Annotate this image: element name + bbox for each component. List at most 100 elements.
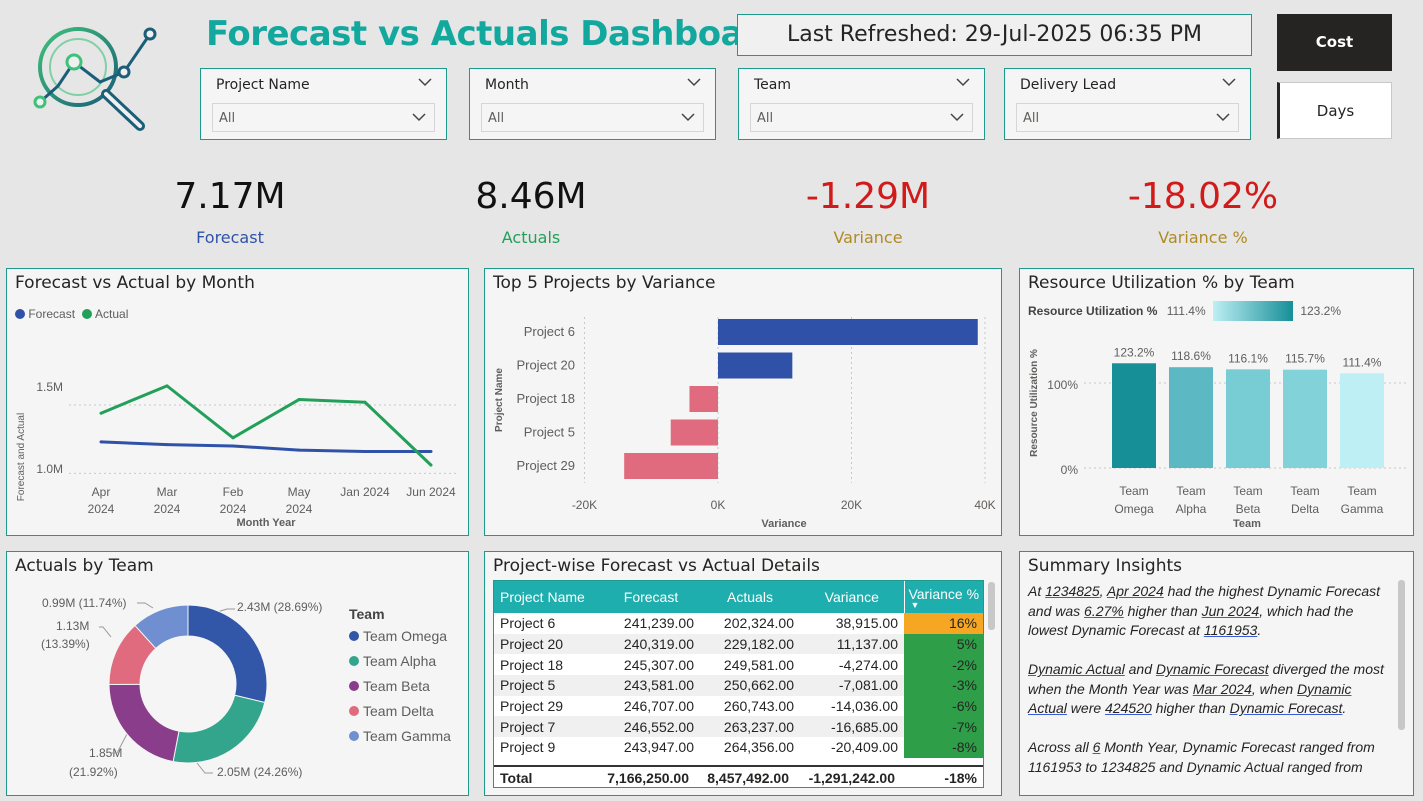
data-point (363, 449, 367, 453)
cost-button[interactable]: Cost (1277, 14, 1392, 71)
cell-forecast: 245,307.00 (623, 656, 694, 673)
table-panel[interactable]: Project-wise Forecast vs Actual Details … (484, 551, 1002, 796)
data-point (363, 400, 367, 404)
y-tick: 0% (1061, 463, 1079, 477)
days-button[interactable]: Days (1277, 82, 1392, 139)
column-header-sorted[interactable]: Variance % ▼ (903, 581, 983, 613)
insights-scrollbar[interactable] (1398, 580, 1405, 730)
donut-label: 2.05M (24.26%) (217, 765, 302, 779)
table-row[interactable]: Project 29 246,707.00 260,743.00 -14,036.00… (494, 695, 983, 717)
page-title: Forecast vs Actuals Dashboard (206, 14, 784, 54)
insights-panel[interactable]: Summary Insights At 1234825, Apr 2024 ha… (1019, 551, 1414, 796)
total-variance-pct: -18% (944, 770, 977, 786)
insight-highlight[interactable]: Mar 2024 (1193, 681, 1252, 697)
slicer-project-name[interactable]: Project Name All (200, 68, 447, 140)
column-header[interactable]: Project Name (494, 581, 602, 613)
insight-highlight[interactable]: Dynamic Forecast (1230, 700, 1343, 716)
data-point (231, 436, 235, 440)
legend-item[interactable]: Team Delta (349, 703, 451, 719)
table-title: Project-wise Forecast vs Actual Details (493, 556, 820, 576)
slicer-label: Month (485, 77, 529, 93)
donut-legend-items: Team Omega Team Alpha Team Beta Team Delta T… (349, 628, 451, 744)
slicer-dropdown[interactable]: All (481, 103, 704, 132)
chevron-down-icon[interactable] (418, 77, 432, 87)
insight-highlight[interactable]: Dynamic Forecast (1156, 661, 1269, 677)
chevron-down-icon[interactable] (687, 77, 701, 87)
series-line-actual (100, 384, 433, 467)
data-point (231, 444, 235, 448)
util-chart-panel[interactable]: Resource Utilization % by Team Resource … (1019, 268, 1414, 536)
data-table: Project Name Forecast Actuals Variance V… (494, 581, 983, 758)
legend-dot (349, 706, 359, 716)
insight-highlight[interactable]: Dynamic Actual (1028, 661, 1125, 677)
legend-dot (349, 731, 359, 741)
cost-button-label: Cost (1315, 33, 1354, 51)
legend-item[interactable]: Team Omega (349, 628, 451, 644)
kpi-variance-value: -1.29M (805, 176, 931, 217)
cell-variance-pct: 16% (904, 613, 983, 634)
x-tick-label: Team (1347, 484, 1376, 498)
chevron-down-icon (1216, 113, 1230, 122)
table-container[interactable]: Project Name Forecast Actuals Variance V… (493, 580, 984, 788)
legend-label: Team Beta (363, 678, 430, 694)
bar-chart-panel[interactable]: Top 5 Projects by Variance Project Name … (484, 268, 1002, 536)
insight-text: and (1124, 661, 1156, 677)
insight-highlight[interactable]: 424520 (1105, 700, 1152, 716)
x-tick-label: Jan 2024 (340, 485, 390, 499)
slicer-dropdown[interactable]: All (750, 103, 973, 132)
last-refreshed-box: Last Refreshed: 29-Jul-2025 06:35 PM (737, 14, 1252, 56)
donut-panel[interactable]: Actuals by Team 2.43M (28.69%) 2.05M (24… (6, 551, 469, 796)
table-row[interactable]: Project 5 243,581.00 250,662.00 -7,081.00 -3… (494, 675, 983, 696)
total-label: Total (500, 770, 533, 786)
x-tick-label: Mar (157, 485, 178, 499)
bar-project-6 (718, 319, 978, 345)
kpi-forecast-label: Forecast (196, 228, 264, 247)
insight-text: were (1066, 700, 1106, 716)
slicer-delivery-lead[interactable]: Delivery Lead All (1004, 68, 1251, 140)
slicer-dropdown[interactable]: All (212, 103, 435, 132)
insight-paragraph: At 1234825, Apr 2024 had the highest Dyn… (1028, 582, 1388, 641)
table-row[interactable]: Project 7 246,552.00 263,237.00 -16,685.00-… (494, 716, 983, 738)
column-header[interactable]: Forecast (602, 581, 700, 613)
table-row[interactable]: Project 6 241,239.00 202,324.00 38,915.00 16… (494, 613, 983, 634)
table-row[interactable]: Project 18 245,307.00 249,581.00 -4,274.00-… (494, 654, 983, 676)
slicer-dropdown[interactable]: All (1016, 103, 1239, 132)
insights-title: Summary Insights (1028, 556, 1183, 576)
sort-desc-icon: ▼ (910, 600, 920, 610)
y-axis-label: Forecast and Actual (16, 413, 27, 501)
data-label: 115.7% (1285, 352, 1325, 366)
x-tick-label: Jun 2024 (406, 485, 456, 499)
insight-highlight[interactable]: 6.27% (1084, 603, 1124, 619)
slicer-value: All (757, 111, 774, 126)
cell-project: Project 20 (500, 636, 564, 653)
insights-text: At 1234825, Apr 2024 had the highest Dyn… (1028, 582, 1388, 777)
legend-item[interactable]: Team Beta (349, 678, 451, 694)
legend-item[interactable]: Team Alpha (349, 653, 451, 669)
insight-highlight[interactable]: 1161953 (1204, 622, 1257, 638)
column-header[interactable]: Actuals (700, 581, 800, 613)
insight-highlight[interactable]: 1234825 (1045, 583, 1100, 599)
chevron-down-icon[interactable] (956, 77, 970, 87)
insight-highlight[interactable]: Jun 2024 (1202, 603, 1260, 619)
slicer-value: All (1023, 111, 1040, 126)
insight-text: higher than (1123, 602, 1202, 619)
line-chart-panel[interactable]: Forecast vs Actual by Month Forecast Act… (6, 268, 469, 536)
x-tick-label: 2024 (220, 502, 247, 516)
slicer-month[interactable]: Month All (469, 68, 716, 140)
table-row[interactable]: Project 20 240,319.00 229,182.00 11,137.00 5… (494, 633, 983, 655)
chevron-down-icon[interactable] (1222, 77, 1236, 87)
table-row[interactable]: Project 9 243,947.00 264,356.00 -20,409.00-… (494, 737, 983, 758)
insight-text: . (1342, 700, 1347, 716)
column-header[interactable]: Variance (800, 581, 904, 613)
data-point (99, 440, 103, 444)
insight-highlight[interactable]: Apr 2024 (1107, 583, 1164, 599)
x-tick-label: 0K (711, 498, 726, 512)
cell-actuals: 264,356.00 (723, 739, 794, 756)
leader-line (137, 602, 154, 609)
legend-item[interactable]: Team Gamma (349, 728, 451, 744)
table-scrollbar[interactable] (988, 582, 995, 630)
insight-text: 1161953 (1028, 758, 1082, 775)
cell-forecast: 243,947.00 (623, 739, 694, 756)
slicer-team[interactable]: Team All (738, 68, 985, 140)
cell-actuals: 263,237.00 (723, 718, 794, 735)
